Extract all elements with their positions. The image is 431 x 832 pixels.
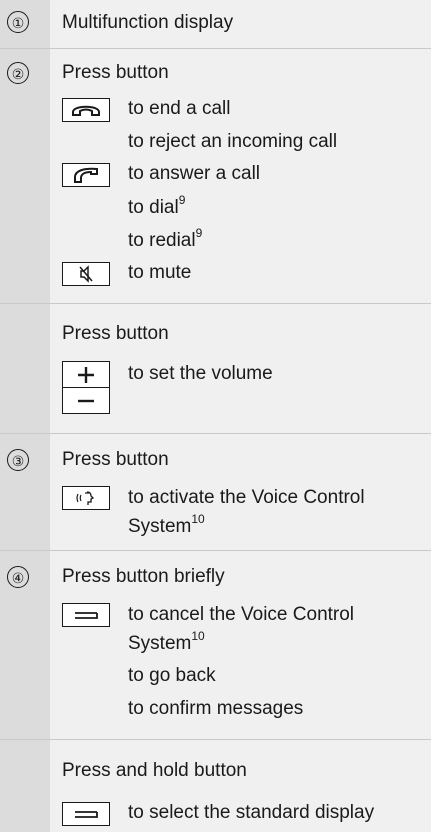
row-back-hold: Press and hold button to select the stan…: [0, 740, 431, 832]
row-content: Press button to end a call to reject an …: [50, 49, 431, 303]
row-voice-control: ③ Press button to activate the Voice Con…: [0, 434, 431, 551]
number-column: [0, 304, 50, 433]
row-content: Press and hold button to select the stan…: [50, 740, 431, 832]
number-column: ④: [0, 551, 50, 739]
function-text: to go back: [128, 665, 216, 686]
function-text: to activate the Voice Control System10: [128, 487, 365, 537]
row-content: Multifunction display: [50, 0, 431, 48]
button-function-table: ① Multifunction display ② Press button t…: [0, 0, 431, 832]
row-content: Press button to set the volume: [50, 304, 431, 433]
number-column: ②: [0, 49, 50, 303]
row-title: Multifunction display: [62, 12, 234, 33]
voice-control-icon: [62, 486, 110, 510]
function-text: to set the volume: [128, 363, 273, 384]
callout-number: ③: [7, 449, 29, 471]
callout-number: ①: [7, 11, 29, 33]
row-back-brief: ④ Press button briefly to cancel the Voi…: [0, 551, 431, 740]
row-title: Press button: [62, 323, 169, 344]
number-column: [0, 740, 50, 832]
back-icon: [62, 603, 110, 627]
function-text: to select the standard display: [128, 802, 375, 823]
callout-number: ②: [7, 62, 29, 84]
function-text: to end a call: [128, 98, 231, 119]
function-text: to dial9: [128, 192, 186, 218]
back-icon: [62, 802, 110, 826]
callout-number: ④: [7, 566, 29, 588]
minus-icon: [62, 387, 110, 414]
row-title: Press and hold button: [62, 760, 247, 781]
mute-icon: [62, 262, 110, 286]
row-title: Press button: [62, 62, 169, 83]
end-call-icon: [62, 98, 110, 122]
function-text: to confirm messages: [128, 698, 304, 719]
row-title: Press button briefly: [62, 566, 225, 587]
function-text: to reject an incoming call: [128, 131, 338, 152]
row-phone-buttons: ② Press button to end a call to reject a…: [0, 49, 431, 304]
number-column: ①: [0, 0, 50, 48]
row-content: Press button to activate the Voice Contr…: [50, 434, 431, 550]
number-column: ③: [0, 434, 50, 550]
function-text: to mute: [128, 262, 192, 283]
row-content: Press button briefly to cancel the Voice…: [50, 551, 431, 739]
answer-call-icon: [62, 163, 110, 187]
function-text: to answer a call: [128, 163, 261, 184]
row-multifunction-display: ① Multifunction display: [0, 0, 431, 49]
function-text: to redial9: [128, 225, 203, 251]
row-title: Press button: [62, 449, 169, 470]
function-text: to cancel the Voice Control System10: [128, 604, 355, 654]
row-volume-buttons: Press button to set the volume: [0, 304, 431, 434]
plus-icon: [62, 361, 110, 388]
